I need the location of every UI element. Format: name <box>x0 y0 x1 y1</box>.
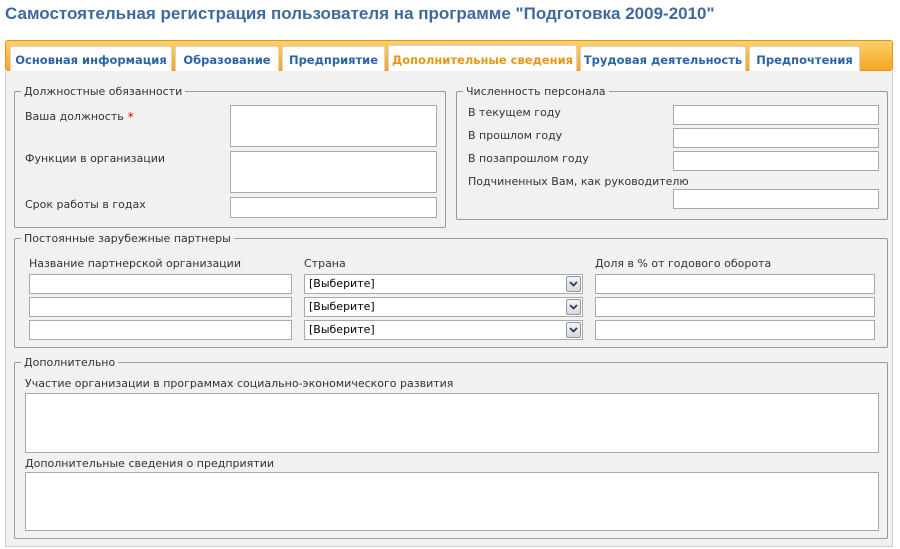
partner-country-header: Страна <box>304 257 346 270</box>
partner-country-value: [Выберите] <box>309 323 375 336</box>
subordinates-label: Подчиненных Вам, как руководителю <box>468 175 689 188</box>
years-label: Срок работы в годах <box>25 198 146 211</box>
tab-work-experience[interactable]: Трудовая деятельность <box>580 46 746 72</box>
partner-country-select[interactable]: [Выберите] <box>304 274 583 294</box>
years-input[interactable] <box>230 197 437 218</box>
year-before-label: В позапрошлом году <box>468 152 589 165</box>
enterprise-info-label: Дополнительные сведения о предприятии <box>25 457 274 470</box>
programs-label: Участие организации в программах социаль… <box>25 377 454 390</box>
staff-legend: Численность персонала <box>466 85 606 98</box>
last-year-label: В прошлом году <box>468 129 563 142</box>
current-year-input[interactable] <box>673 105 879 125</box>
chevron-down-icon[interactable] <box>566 299 581 315</box>
partner-share-input[interactable] <box>595 274 875 294</box>
partner-country-select[interactable]: [Выберите] <box>304 297 583 317</box>
tab-additional-info[interactable]: Дополнительные сведения <box>388 45 577 72</box>
enterprise-info-textarea[interactable] <box>25 472 879 531</box>
year-before-input[interactable] <box>673 151 879 171</box>
subordinates-input[interactable] <box>673 189 879 209</box>
position-label: Ваша должность * <box>25 110 134 124</box>
partner-country-select[interactable]: [Выберите] <box>304 320 583 340</box>
functions-input[interactable] <box>230 151 437 193</box>
tab-basic-info[interactable]: Основная информация <box>10 46 172 72</box>
partner-share-input[interactable] <box>595 320 875 340</box>
chevron-down-icon[interactable] <box>566 322 581 338</box>
partner-country-value: [Выберите] <box>309 300 375 313</box>
programs-textarea[interactable] <box>25 393 879 453</box>
partner-name-input[interactable] <box>29 297 292 317</box>
last-year-input[interactable] <box>673 128 879 148</box>
duties-legend: Должностные обязанности <box>24 85 183 98</box>
partner-name-input[interactable] <box>29 274 292 294</box>
tab-enterprise[interactable]: Предприятие <box>282 46 385 72</box>
current-year-label: В текущем году <box>468 106 561 119</box>
partners-legend: Постоянные зарубежные партнеры <box>24 232 231 245</box>
chevron-down-icon[interactable] <box>566 276 581 292</box>
partner-share-input[interactable] <box>595 297 875 317</box>
tab-preferences[interactable]: Предпочтения <box>749 46 860 72</box>
position-input[interactable] <box>230 105 437 147</box>
extra-legend: Дополнительно <box>24 356 116 369</box>
tab-education[interactable]: Образование <box>175 46 279 72</box>
functions-label: Функции в организации <box>25 152 166 165</box>
partner-name-input[interactable] <box>29 320 292 340</box>
partner-name-header: Название партнерской организации <box>29 257 241 270</box>
partner-share-header: Доля в % от годового оборота <box>595 257 772 270</box>
partner-country-value: [Выберите] <box>309 277 375 290</box>
required-mark: * <box>127 110 134 124</box>
page-title: Самостоятельная регистрация пользователя… <box>5 4 715 23</box>
tab-bar: Основная информация Образование Предприя… <box>5 40 893 72</box>
tab-content-panel: Должностные обязанности Ваша должность * … <box>5 71 893 547</box>
